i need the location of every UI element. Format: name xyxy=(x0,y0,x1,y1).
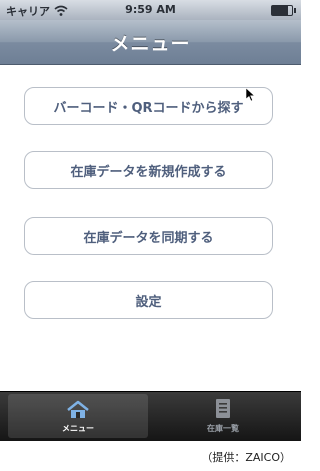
create-inventory-button[interactable]: 在庫データを新規作成する xyxy=(24,151,273,189)
sync-inventory-button[interactable]: 在庫データを同期する xyxy=(24,217,273,255)
tab-bar: メニュー 在庫一覧 xyxy=(0,391,301,441)
status-time: 9:59 AM xyxy=(125,3,176,16)
button-label: バーコード・QRコードから探す xyxy=(53,100,244,116)
home-icon xyxy=(67,400,89,418)
button-label: 設定 xyxy=(135,294,162,310)
tab-label: メニュー xyxy=(62,424,94,433)
image-credit: （提供：ZAICO） xyxy=(201,451,291,464)
status-bar: キャリア 9:59 AM xyxy=(0,0,301,20)
search-barcode-qr-button[interactable]: バーコード・QRコードから探す xyxy=(24,87,273,125)
page-title: メニュー xyxy=(110,32,191,55)
tab-label: 在庫一覧 xyxy=(207,424,239,433)
tab-inventory-list[interactable]: 在庫一覧 xyxy=(153,394,293,438)
settings-button[interactable]: 設定 xyxy=(24,281,273,319)
navigation-bar: メニュー xyxy=(0,20,301,65)
mouse-cursor-icon xyxy=(246,88,256,102)
phone-screen: キャリア 9:59 AM メニュー バーコード・QRコードから探す 在庫データを… xyxy=(0,0,301,441)
menu-content: バーコード・QRコードから探す 在庫データを新規作成する 在庫データを同期する … xyxy=(0,65,301,391)
tab-menu[interactable]: メニュー xyxy=(8,394,148,438)
document-icon xyxy=(216,399,230,418)
button-label: 在庫データを新規作成する xyxy=(70,164,227,180)
button-label: 在庫データを同期する xyxy=(83,230,214,246)
battery-icon xyxy=(271,5,296,16)
